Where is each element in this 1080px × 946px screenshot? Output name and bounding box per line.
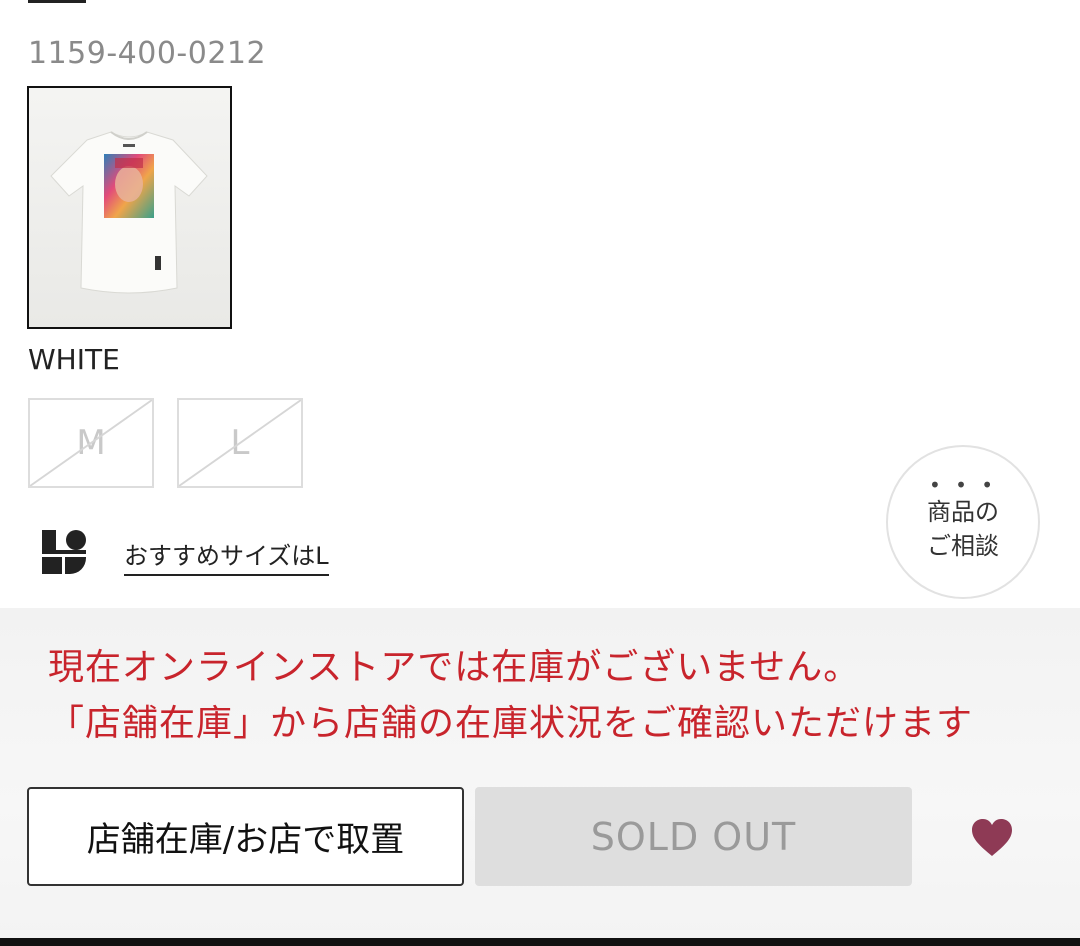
sold-out-button: SOLD OUT <box>475 787 912 886</box>
product-thumbnail[interactable] <box>27 86 232 329</box>
heart-icon[interactable] <box>970 816 1014 860</box>
stock-notice: 現在オンラインストアでは在庫がございません。 「店舗在庫」から店舗の在庫状況をご… <box>48 647 974 744</box>
product-consult-button[interactable]: • • • 商品の ご相談 <box>886 445 1040 599</box>
size-option-l[interactable]: L <box>177 398 303 488</box>
sold-out-slash <box>179 400 301 486</box>
size-recommend-logo-icon <box>42 530 86 574</box>
tshirt-image <box>29 88 230 327</box>
store-stock-button[interactable]: 店舗在庫/お店で取置 <box>27 787 464 886</box>
tab-underline <box>28 0 86 3</box>
color-label: WHITE <box>28 343 120 376</box>
sold-out-slash <box>30 400 152 486</box>
recommended-size-link[interactable]: おすすめサイズはL <box>124 536 329 576</box>
bottom-bar <box>0 938 1080 946</box>
consult-label: 商品の ご相談 <box>927 498 999 560</box>
more-dots-icon: • • • <box>928 473 998 497</box>
product-code: 1159-400-0212 <box>28 36 267 71</box>
size-option-m[interactable]: M <box>28 398 154 488</box>
